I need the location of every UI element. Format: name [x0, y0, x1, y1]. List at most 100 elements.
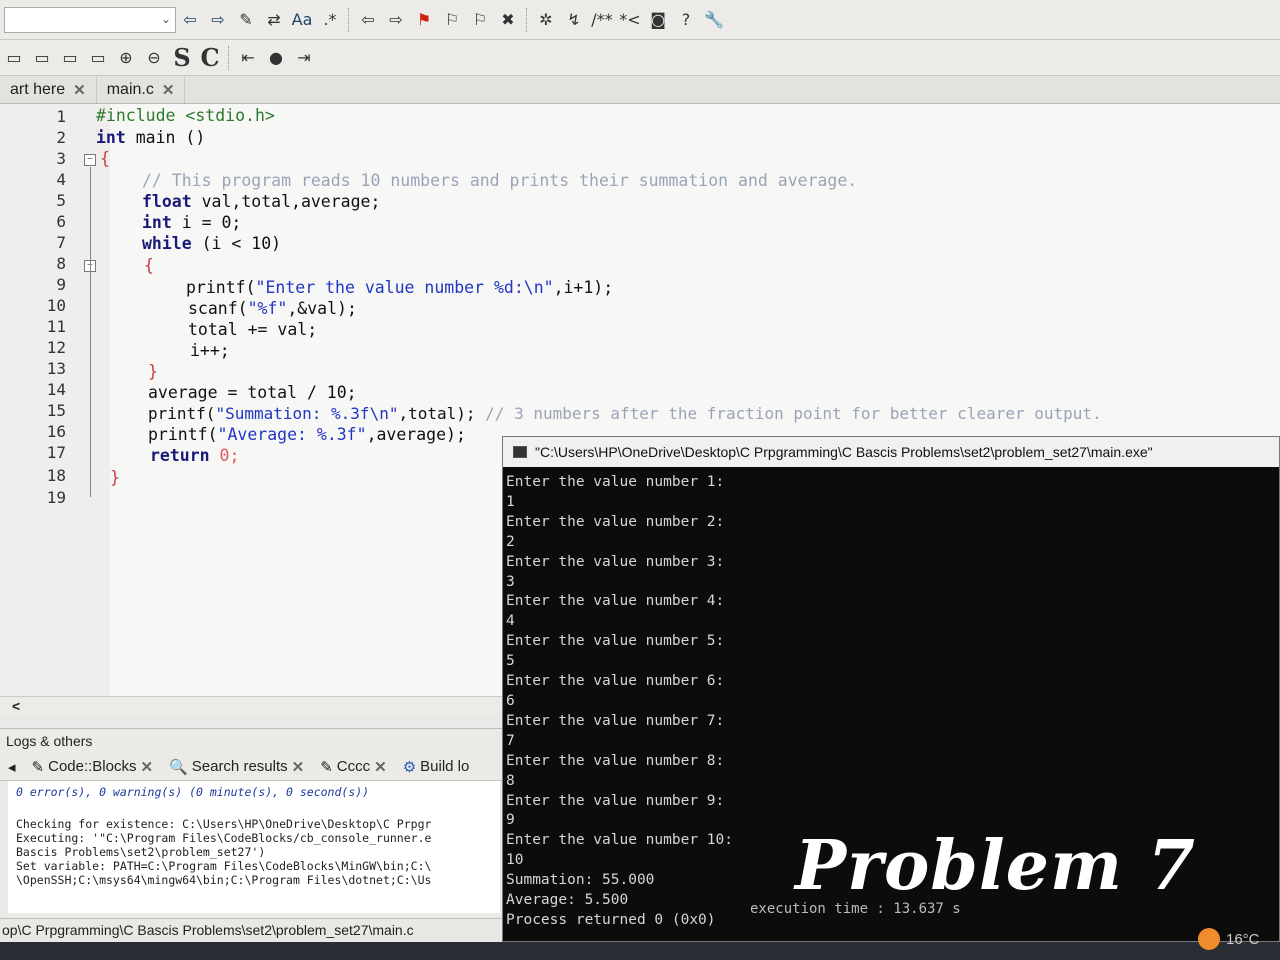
- tab-build-log[interactable]: ⚙ Build lo: [395, 754, 478, 780]
- box-2-icon[interactable]: ▭: [29, 45, 55, 71]
- clear-bookmark-icon[interactable]: ✖: [495, 7, 521, 33]
- line-number: 5: [56, 191, 66, 210]
- tab-codeblocks[interactable]: ✎ Code::Blocks ✕: [24, 754, 162, 780]
- next-bookmark-icon[interactable]: ⚐: [467, 7, 493, 33]
- taskbar: [0, 942, 1280, 960]
- line-gutter: 1 2 3 4 5 6 7 8 9 10 11 12 13 14 15 16 1…: [0, 104, 110, 696]
- comment-block-icon[interactable]: /**: [589, 7, 615, 33]
- dot-icon[interactable]: ●: [263, 45, 289, 71]
- code-line-9: printf("Enter the value number %d:\n",i+…: [186, 278, 613, 297]
- console-icon: [513, 446, 527, 458]
- zoom-out-icon[interactable]: ⊖: [141, 45, 167, 71]
- build-log-output[interactable]: 0 error(s), 0 warning(s) (0 minute(s), 0…: [8, 781, 500, 913]
- logs-title: Logs & others: [6, 733, 93, 749]
- debug-icon[interactable]: ✲: [533, 7, 559, 33]
- fold-marker-icon[interactable]: −: [84, 154, 96, 166]
- box-4-icon[interactable]: ▭: [85, 45, 111, 71]
- code-text: val,total,average;: [191, 192, 381, 211]
- code-text: ,average);: [366, 425, 466, 444]
- code-text: printf(: [186, 278, 256, 297]
- bookmark-flag-icon[interactable]: ⚑: [411, 7, 437, 33]
- back-arrow-icon[interactable]: ⇦: [177, 7, 203, 33]
- line-number: 6: [56, 212, 66, 231]
- box-3-icon[interactable]: ▭: [57, 45, 83, 71]
- keyword: int: [142, 213, 172, 232]
- zoom-in-icon[interactable]: ⊕: [113, 45, 139, 71]
- wrench-icon[interactable]: 🔧: [701, 7, 727, 33]
- scope-combo[interactable]: ⌄: [4, 6, 176, 33]
- code-text: 0;: [209, 446, 240, 465]
- line-number: 14: [46, 380, 66, 399]
- replace-icon[interactable]: ⇄: [261, 7, 287, 33]
- match-case-icon[interactable]: Aa: [289, 7, 315, 33]
- tab-label: Search results: [191, 758, 288, 775]
- chevron-down-icon[interactable]: ⌄: [161, 12, 171, 26]
- comment-line-icon[interactable]: *<: [617, 7, 643, 33]
- tab-main-c[interactable]: main.c ✕: [97, 77, 186, 103]
- close-icon[interactable]: ✕: [140, 758, 153, 776]
- code-comment: // 3 numbers after the fraction point fo…: [485, 404, 1102, 423]
- close-icon[interactable]: ✕: [162, 81, 175, 99]
- problem-overlay-text: Problem 7: [795, 826, 1196, 906]
- line-number: 9: [56, 275, 66, 294]
- code-text: scanf(: [188, 299, 248, 318]
- prev-arrow-icon[interactable]: ⇦: [355, 7, 381, 33]
- line-number: 17: [46, 443, 66, 462]
- code-line-1: #include <stdio.h>: [96, 106, 275, 125]
- code-line-16: printf("Average: %.3f",average);: [148, 425, 466, 444]
- horizontal-scrollbar[interactable]: <: [0, 696, 505, 716]
- line-number: 11: [46, 317, 66, 336]
- tab-start-here[interactable]: art here ✕: [0, 77, 97, 103]
- temperature: 16°C: [1226, 930, 1260, 948]
- regex-icon[interactable]: .*: [317, 7, 343, 33]
- line-number: 8: [56, 254, 66, 273]
- line-number: 16: [46, 422, 66, 441]
- keyword: while: [142, 234, 192, 253]
- box-1-icon[interactable]: ▭: [1, 45, 27, 71]
- logs-tabs: ◂ ✎ Code::Blocks ✕ 🔍 Search results ✕ ✎ Cccc ✕…: [0, 753, 505, 781]
- close-icon[interactable]: ✕: [73, 81, 86, 99]
- logs-panel: Logs & others ◂ ✎ Code::Blocks ✕ 🔍 Search r…: [0, 728, 505, 918]
- code-line-18: }: [110, 468, 120, 487]
- help-icon[interactable]: ?: [673, 7, 699, 33]
- line-number: 4: [56, 170, 66, 189]
- code-line-15: printf("Summation: %.3f\n",total); // 3 …: [148, 404, 1102, 423]
- tab-label: Cccc: [336, 758, 371, 775]
- console-title: "C:\Users\HP\OneDrive\Desktop\C Prpgramm…: [535, 444, 1153, 460]
- build-summary: 0 error(s), 0 warning(s) (0 minute(s), 0…: [16, 785, 370, 799]
- step-icon[interactable]: ↯: [561, 7, 587, 33]
- string-literal: "Summation: %.3f\n": [215, 404, 399, 423]
- code-line-14: average = total / 10;: [148, 383, 357, 402]
- gear-icon: ⚙: [402, 758, 417, 776]
- search-icon: 🔍: [169, 758, 188, 776]
- console-titlebar[interactable]: "C:\Users\HP\OneDrive\Desktop\C Prpgramm…: [503, 437, 1279, 467]
- forward-arrow-icon[interactable]: ⇨: [205, 7, 231, 33]
- last-icon[interactable]: ⇥: [291, 45, 317, 71]
- prev-bookmark-icon[interactable]: ⚐: [439, 7, 465, 33]
- weather-widget[interactable]: 16°C: [1198, 928, 1260, 950]
- tab-cccc[interactable]: ✎ Cccc ✕: [312, 754, 395, 780]
- line-number: 10: [46, 296, 66, 315]
- secondary-toolbar: ▭ ▭ ▭ ▭ ⊕ ⊖ S C ⇤ ● ⇥: [0, 40, 1280, 76]
- next-arrow-icon[interactable]: ⇨: [383, 7, 409, 33]
- tab-label: art here: [10, 81, 66, 98]
- log-line: Checking for existence: C:\Users\HP\OneD…: [16, 817, 432, 831]
- tab-scroll-left-icon[interactable]: ◂: [0, 754, 24, 780]
- code-line-5: float val,total,average;: [142, 192, 380, 211]
- line-number: 19: [46, 488, 66, 507]
- highlight-pen-icon[interactable]: ✎: [233, 7, 259, 33]
- scroll-left-icon[interactable]: <: [12, 698, 20, 714]
- code-line-10: scanf("%f",&val);: [188, 299, 357, 318]
- select-button[interactable]: S: [169, 43, 195, 72]
- line-number: 12: [46, 338, 66, 357]
- close-icon[interactable]: ✕: [374, 758, 387, 776]
- line-number: 15: [46, 401, 66, 420]
- first-icon[interactable]: ⇤: [235, 45, 261, 71]
- window-icon[interactable]: ◙: [645, 7, 671, 33]
- pencil-icon: ✎: [320, 758, 333, 776]
- code-completion-button[interactable]: C: [197, 43, 223, 72]
- tab-label: Build lo: [420, 758, 470, 775]
- close-icon[interactable]: ✕: [292, 758, 305, 776]
- code-line-13: }: [148, 362, 158, 381]
- tab-search-results[interactable]: 🔍 Search results ✕: [161, 754, 312, 780]
